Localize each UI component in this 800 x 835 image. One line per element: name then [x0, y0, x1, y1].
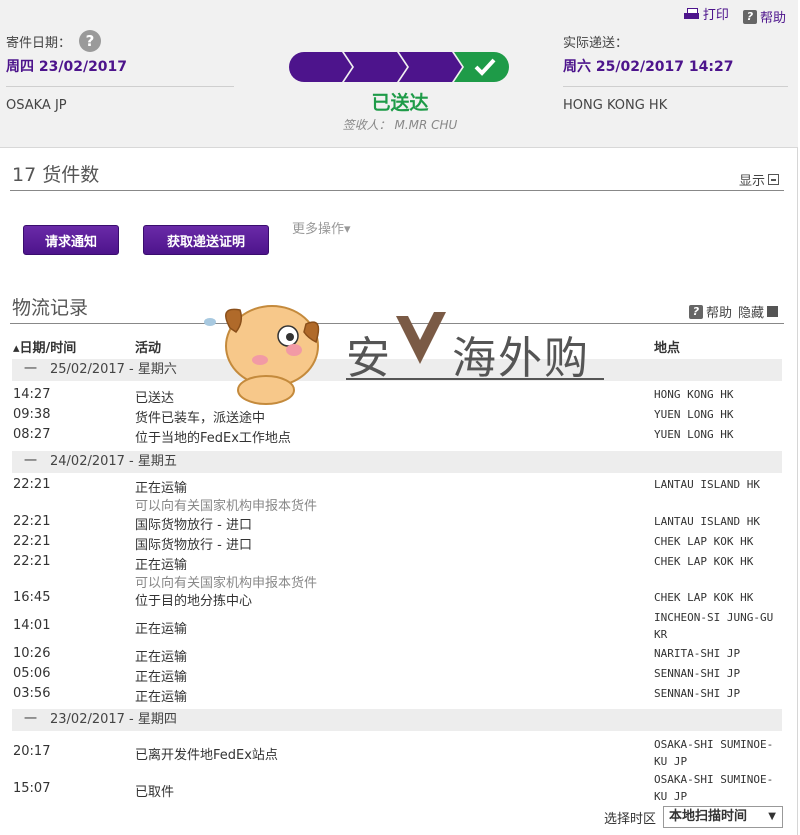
event-location: SENNAN-SHI JP	[654, 667, 741, 680]
event-time: 22:21	[13, 534, 51, 549]
help-icon: ?	[689, 304, 703, 319]
event-activity: 国际货物放行 - 进口	[135, 538, 252, 553]
event-location: YUEN LONG HK	[654, 408, 734, 421]
event-activity: 货件已装车，派送途中	[135, 411, 266, 426]
event-location: CHEK LAP KOK HK	[654, 555, 754, 568]
ship-date: 周四 23/02/2017	[6, 59, 128, 75]
event-location: CHEK LAP KOK HK	[654, 535, 754, 548]
top-links: 打印 ? 帮助	[674, 4, 786, 26]
day-label: 一 25/02/2017 - 星期六	[24, 362, 177, 377]
chevron-down-icon: ▼	[768, 811, 776, 822]
progress-step	[344, 52, 407, 82]
print-link[interactable]: 打印	[683, 4, 729, 23]
hide-toggle[interactable]: 隐藏	[738, 302, 779, 321]
day-header: 一 25/02/2017 - 星期六	[12, 359, 782, 381]
day-header: 一 24/02/2017 - 星期五	[12, 451, 782, 473]
actual-delivery-label: 实际递送：	[563, 35, 629, 51]
event-location: LANTAU ISLAND HK	[654, 515, 760, 528]
expand-icon	[768, 174, 780, 185]
divider	[563, 86, 788, 87]
event-activity: 位于目的地分拣中心	[135, 594, 253, 609]
event-time: 09:38	[13, 407, 51, 422]
event-time: 22:21	[13, 554, 51, 569]
section-rule	[10, 190, 784, 191]
event-time: 14:01	[13, 618, 51, 633]
event-time: 10:26	[13, 646, 51, 661]
event-activity: 正在运输	[135, 558, 188, 573]
event-time: 22:21	[13, 477, 51, 492]
timezone-selected: 本地扫描时间	[669, 809, 748, 824]
progress-step	[289, 52, 352, 82]
divider	[6, 86, 234, 87]
signed-by: 签收人： M.MR CHU	[342, 118, 458, 132]
more-actions-dropdown[interactable]: 更多操作▾	[292, 218, 351, 237]
history-help-link[interactable]: ? 帮助	[689, 302, 732, 321]
help-link[interactable]: ? 帮助	[742, 7, 786, 26]
ship-date-label: 寄件日期：	[6, 35, 72, 51]
progress-step	[399, 52, 462, 82]
proof-of-delivery-button[interactable]: 获取递送证明	[143, 225, 269, 255]
event-activity: 位于当地的FedEx工作地点	[135, 431, 291, 446]
destination-column: 实际递送： 周六 25/02/2017 14:27 HONG KONG HK	[563, 30, 788, 113]
event-location: CHEK LAP KOK HK	[654, 591, 754, 604]
help-icon: ?	[742, 9, 757, 24]
timezone-select[interactable]: 本地扫描时间 ▼	[663, 806, 783, 828]
event-time: 22:21	[13, 514, 51, 529]
event-location: YUEN LONG HK	[654, 428, 734, 441]
event-activity: 正在运输	[135, 670, 188, 685]
event-time: 03:56	[13, 686, 51, 701]
day-label: 一 23/02/2017 - 星期四	[24, 712, 177, 727]
event-location: SENNAN-SHI JP	[654, 687, 741, 700]
day-label: 一 24/02/2017 - 星期五	[24, 454, 177, 469]
event-activity: 已取件	[135, 785, 175, 800]
history-title: 物流记录	[12, 297, 89, 319]
col-activity-header: 活动	[135, 341, 162, 356]
event-location: LANTAU ISLAND HK	[654, 478, 760, 491]
col-location-header: 地点	[654, 341, 681, 356]
event-time: 08:27	[13, 427, 51, 442]
print-label: 打印	[702, 8, 729, 23]
section-rule	[10, 323, 784, 324]
event-activity: 正在运输	[135, 481, 188, 496]
event-time: 15:07	[13, 781, 51, 796]
event-activity: 正在运输	[135, 622, 188, 637]
event-location: OSAKA-SHI SUMINOE-KU JP	[654, 773, 774, 803]
col-datetime-header[interactable]: ▴日期/时间	[13, 337, 76, 356]
show-toggle[interactable]: 显示	[739, 170, 780, 189]
event-location: OSAKA-SHI SUMINOE-KU JP	[654, 738, 774, 768]
origin-column: 寄件日期：? 周四 23/02/2017 OSAKA JP	[6, 30, 234, 113]
event-note: 可以向有关国家机构申报本货件	[135, 576, 318, 591]
help-label: 帮助	[759, 11, 786, 26]
event-location: HONG KONG HK	[654, 388, 734, 401]
event-activity: 正在运输	[135, 650, 188, 665]
event-activity: 已离开发件地FedEx站点	[135, 748, 278, 763]
pieces-title: 17 货件数	[12, 164, 100, 186]
collapse-icon	[767, 306, 779, 317]
print-icon	[683, 7, 700, 20]
delivery-status: 已送达	[371, 92, 429, 114]
shipment-summary-header: 打印 ? 帮助 寄件日期：? 周四 23/02/2017 OSAKA JP 已送达…	[0, 0, 798, 148]
question-icon[interactable]: ?	[79, 30, 102, 52]
event-time: 16:45	[13, 590, 51, 605]
event-activity: 已送达	[135, 391, 175, 406]
show-label: 显示	[739, 174, 766, 189]
progress-bar	[289, 52, 509, 82]
event-time: 05:06	[13, 666, 51, 681]
event-location: INCHEON-SI JUNG-GU KR	[654, 611, 774, 641]
event-activity: 正在运输	[135, 690, 188, 705]
destination-city: HONG KONG HK	[563, 98, 668, 113]
history-help-label: 帮助	[706, 306, 733, 321]
request-notification-button[interactable]: 请求通知	[23, 225, 119, 255]
event-time: 20:17	[13, 744, 51, 759]
event-activity: 国际货物放行 - 进口	[135, 518, 252, 533]
event-note: 可以向有关国家机构申报本货件	[135, 499, 318, 514]
hide-label: 隐藏	[738, 306, 765, 321]
actual-delivery-date: 周六 25/02/2017 14:27	[563, 59, 734, 75]
event-time: 14:27	[13, 387, 51, 402]
progress-step-delivered	[454, 52, 509, 82]
event-location: NARITA-SHI JP	[654, 647, 741, 660]
origin-city: OSAKA JP	[6, 98, 67, 113]
timezone-label: 选择时区	[604, 812, 657, 827]
day-header: 一 23/02/2017 - 星期四	[12, 709, 782, 731]
